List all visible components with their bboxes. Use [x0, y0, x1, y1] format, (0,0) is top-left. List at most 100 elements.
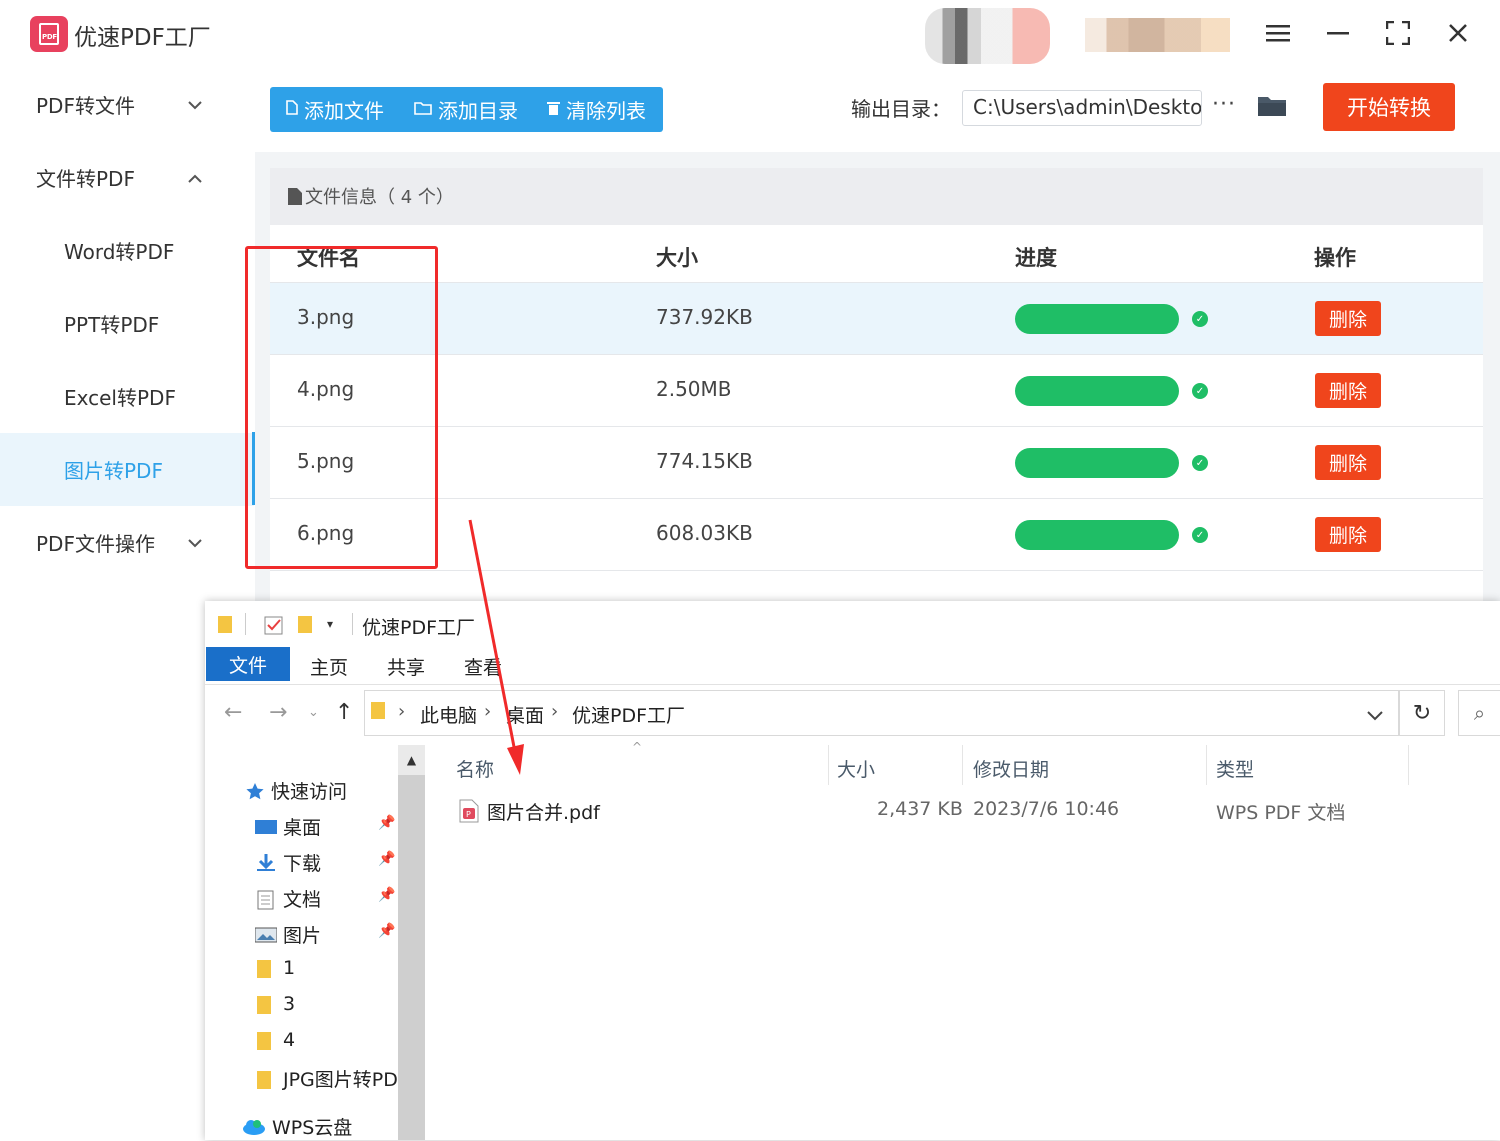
nav-folder-4[interactable]: 4 [255, 1029, 295, 1051]
fullscreen-icon[interactable] [1383, 20, 1413, 46]
folder-icon [255, 1031, 277, 1050]
sidebar-item-ppt-to-pdf[interactable]: PPT转PDF [0, 287, 254, 360]
pin-icon[interactable]: 📌 [378, 851, 395, 867]
address-dropdown-icon[interactable] [1367, 706, 1383, 725]
delete-button[interactable]: 删除 [1315, 301, 1381, 336]
close-icon[interactable] [1443, 20, 1473, 46]
column-divider[interactable] [828, 745, 829, 785]
sort-ascending-icon: ^ [632, 740, 643, 754]
nav-label: 图片 [283, 925, 322, 947]
clear-list-label: 清除列表 [566, 99, 646, 123]
output-dir-input[interactable]: C:\Users\admin\Deskto [962, 90, 1202, 126]
scroll-up-icon[interactable]: ▲ [398, 745, 425, 775]
pin-icon[interactable]: 📌 [378, 887, 395, 903]
file-size: 774.15KB [656, 449, 753, 473]
column-divider[interactable] [1408, 745, 1409, 785]
open-folder-icon[interactable] [1258, 94, 1286, 118]
column-header-action: 操作 [1314, 246, 1356, 270]
sidebar-item-excel-to-pdf[interactable]: Excel转PDF [0, 360, 254, 433]
ribbon-tab-share[interactable]: 共享 [387, 653, 425, 680]
pdf-file-icon: P [459, 799, 479, 827]
table-row[interactable]: 3.png 737.92KB ✓ 删除 [270, 283, 1483, 355]
nav-desktop[interactable]: 桌面 [255, 813, 321, 840]
chevron-down-icon [188, 95, 202, 114]
progress-bar [1015, 376, 1179, 406]
clear-list-button[interactable]: 清除列表 [547, 87, 646, 132]
chevron-right-icon: › [551, 701, 559, 722]
back-arrow-icon[interactable]: ← [224, 700, 242, 725]
sidebar-item-label: PDF文件操作 [36, 532, 155, 556]
add-directory-label: 添加目录 [438, 99, 518, 123]
svg-text:P: P [466, 810, 471, 819]
toolbar-button-group: 添加文件 添加目录 清除列表 [270, 87, 663, 132]
app-title: 优速PDF工厂 [74, 25, 211, 51]
nav-folder-3[interactable]: 3 [255, 993, 295, 1015]
refresh-icon[interactable]: ↻ [1399, 690, 1445, 736]
recent-dropdown-icon[interactable]: ⌄ [308, 705, 319, 720]
ribbon-tab-home[interactable]: 主页 [310, 653, 348, 680]
chevron-down-icon[interactable]: ▾ [327, 617, 333, 631]
add-directory-button[interactable]: 添加目录 [414, 87, 518, 132]
delete-button[interactable]: 删除 [1315, 373, 1381, 408]
file-size: 737.92KB [656, 305, 753, 329]
delete-button[interactable]: 删除 [1315, 445, 1381, 480]
up-arrow-icon[interactable]: ↑ [335, 700, 353, 725]
start-convert-button[interactable]: 开始转换 [1323, 83, 1455, 131]
breadcrumb-desktop[interactable]: 桌面 [506, 701, 544, 728]
progress-bar [1015, 304, 1179, 334]
folder-icon [371, 701, 387, 725]
new-folder-icon[interactable] [298, 614, 314, 638]
search-icon[interactable]: ⌕ [1458, 690, 1500, 736]
sidebar-item-image-to-pdf[interactable]: 图片转PDF [0, 433, 254, 506]
column-header-name[interactable]: 名称 [456, 755, 494, 782]
nav-label: WPS云盘 [272, 1117, 353, 1139]
add-file-button[interactable]: 添加文件 [286, 87, 384, 132]
cloud-icon [242, 1118, 266, 1136]
chevron-right-icon: › [484, 701, 492, 722]
sidebar-item-pdf-operations[interactable]: PDF文件操作 [0, 506, 254, 579]
sidebar-item-file-to-pdf[interactable]: 文件转PDF [0, 141, 254, 214]
nav-quick-access[interactable]: 快速访问 [245, 777, 347, 804]
column-header-type[interactable]: 类型 [1216, 755, 1254, 782]
pin-icon[interactable]: 📌 [378, 923, 395, 939]
ribbon-tab-view[interactable]: 查看 [464, 653, 502, 680]
breadcrumb-folder[interactable]: 优速PDF工厂 [572, 701, 685, 728]
minimize-icon[interactable] [1323, 20, 1353, 46]
table-row[interactable]: 6.png 608.03KB ✓ 删除 [270, 499, 1483, 571]
pin-icon[interactable]: 📌 [378, 815, 395, 831]
nav-label: 4 [283, 1029, 296, 1051]
table-row[interactable]: 4.png 2.50MB ✓ 删除 [270, 355, 1483, 427]
more-options-button[interactable]: ··· [1212, 92, 1236, 117]
desktop-icon [255, 818, 277, 836]
file-name[interactable]: 图片合并.pdf [487, 798, 600, 825]
menu-icon[interactable] [1263, 20, 1293, 46]
navigation-scrollbar[interactable] [398, 745, 425, 1140]
app-logo: PDF [30, 16, 68, 52]
column-header-size[interactable]: 大小 [837, 755, 875, 782]
forward-arrow-icon[interactable]: → [269, 700, 287, 725]
ribbon-tab-file[interactable]: 文件 [206, 647, 290, 681]
table-row[interactable]: 5.png 774.15KB ✓ 删除 [270, 427, 1483, 499]
explorer-title: 优速PDF工厂 [362, 617, 476, 639]
nav-pictures[interactable]: 图片 [254, 921, 322, 948]
column-header-modified[interactable]: 修改日期 [973, 755, 1049, 782]
sidebar-item-word-to-pdf[interactable]: Word转PDF [0, 214, 254, 287]
column-divider[interactable] [1206, 745, 1207, 785]
column-divider[interactable] [962, 745, 963, 785]
nav-documents[interactable]: 文档 [255, 885, 321, 912]
delete-button[interactable]: 删除 [1315, 517, 1381, 552]
file-size: 608.03KB [656, 521, 753, 545]
properties-icon[interactable] [264, 615, 284, 639]
nav-wps-cloud[interactable]: WPS云盘 [242, 1113, 352, 1140]
file-size: 2,437 KB [877, 798, 963, 820]
divider [352, 613, 353, 635]
breadcrumb-this-pc[interactable]: 此电脑 [420, 701, 477, 728]
file-type: WPS PDF 文档 [1216, 802, 1346, 824]
nav-downloads[interactable]: 下载 [255, 849, 321, 876]
sidebar-item-pdf-to-file[interactable]: PDF转文件 [0, 68, 254, 141]
check-icon: ✓ [1192, 311, 1208, 327]
file-size: 2.50MB [656, 377, 732, 401]
nav-folder-1[interactable]: 1 [255, 957, 295, 979]
chevron-right-icon: › [398, 701, 406, 722]
nav-folder-jpg[interactable]: JPG图片转PDF [255, 1065, 398, 1092]
